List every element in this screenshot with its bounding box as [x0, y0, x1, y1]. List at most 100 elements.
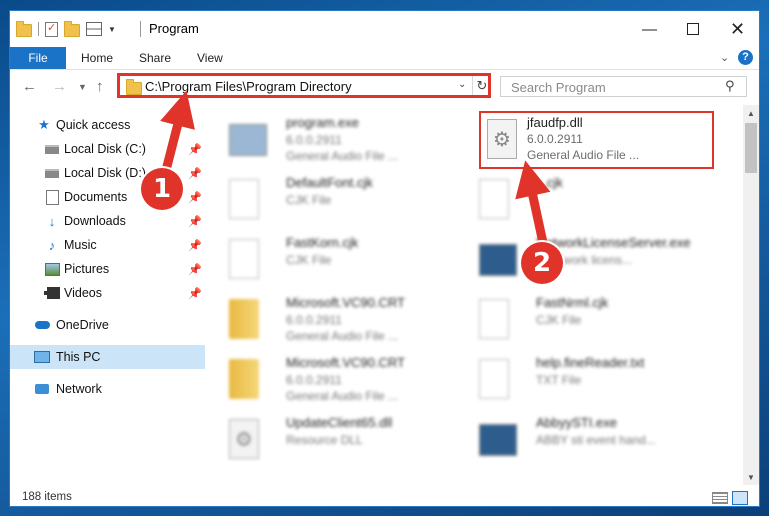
file-name: NetworkLicenseServer.exe	[536, 235, 691, 250]
sidebar-item-label: This PC	[56, 350, 101, 364]
dll-gear-icon	[229, 419, 261, 459]
file-name: help.fineReader.txt	[536, 355, 645, 370]
sidebar-item-label: Quick access	[56, 118, 131, 132]
sidebar-item-label: Local Disk (D:)	[64, 166, 146, 180]
file-name: Microsoft.VC90.CRT	[286, 355, 405, 370]
file-explorer-window: ▼ Program — ✕ File Home Share View ⌄ ? ←…	[9, 10, 760, 507]
maximize-button[interactable]	[670, 11, 715, 47]
list-item[interactable]: program.exe 6.0.0.2911 General Audio Fil…	[213, 111, 458, 167]
sidebar-item-music[interactable]: ♪ Music 📌	[10, 233, 205, 257]
pictures-icon	[44, 262, 60, 276]
list-item[interactable]: Microsoft.VC90.CRT 6.0.0.2911 General Au…	[213, 351, 458, 407]
sidebar-item-videos[interactable]: Videos 📌	[10, 281, 205, 305]
tab-share[interactable]: Share	[139, 47, 171, 69]
list-item[interactable]: FastKorn.cjk CJK File	[213, 231, 458, 287]
address-dropdown-chevron-icon[interactable]: ⌄	[458, 79, 466, 90]
file-version: 6.0.0.2911	[286, 133, 342, 147]
sidebar-item-this-pc[interactable]: This PC	[10, 345, 205, 369]
search-icon[interactable]: ⚲	[725, 78, 735, 94]
up-button[interactable]: ↑	[96, 78, 104, 95]
documents-icon	[44, 189, 60, 205]
vertical-scrollbar[interactable]: ▲ ▼	[743, 105, 759, 485]
pin-icon[interactable]: 📌	[188, 167, 202, 180]
file-version: 6.0.0.2911	[286, 373, 342, 387]
list-item[interactable]: ...cjk	[463, 171, 708, 227]
list-item[interactable]: Microsoft.VC90.CRT 6.0.0.2911 General Au…	[213, 291, 458, 347]
sidebar-item-pictures[interactable]: Pictures 📌	[10, 257, 205, 281]
list-item[interactable]: UpdateClient65.dll Resource DLL	[213, 411, 458, 467]
folder-icon	[126, 79, 142, 95]
file-type: CJK File	[536, 313, 582, 327]
navigation-pane: ★ Quick access Local Disk (C:) 📌 Local D…	[10, 111, 205, 481]
scroll-thumb[interactable]	[745, 123, 757, 173]
dll-gear-icon	[487, 119, 517, 159]
pin-icon[interactable]: 📌	[188, 143, 202, 156]
file-name: UpdateClient65.dll	[286, 415, 393, 430]
expand-ribbon-chevron-icon[interactable]: ⌄	[720, 51, 729, 64]
drive-icon	[44, 166, 60, 180]
list-item[interactable]: NetworkLicenseServer.exe ...network lice…	[463, 231, 708, 287]
status-bar: 188 items	[10, 488, 759, 506]
sidebar-item-label: Downloads	[64, 214, 126, 228]
folder-icon[interactable]	[16, 20, 32, 37]
file-type: CJK File	[286, 193, 332, 207]
pin-icon[interactable]: 📌	[188, 239, 202, 252]
list-item-highlighted[interactable]: jfaudfp.dll 6.0.0.2911 General Audio Fil…	[479, 111, 714, 169]
list-item[interactable]: help.fineReader.txt TXT File	[463, 351, 708, 407]
pin-icon[interactable]: 📌	[188, 287, 202, 300]
item-count: 188 items	[22, 491, 72, 503]
file-description: ABBY sti event hand...	[536, 433, 656, 447]
recent-locations-chevron-icon[interactable]: ▼	[78, 82, 87, 92]
help-icon[interactable]: ?	[738, 50, 753, 65]
document-icon	[479, 179, 511, 219]
document-icon	[479, 299, 511, 339]
customize-toolbar-chevron-icon[interactable]: ▼	[108, 25, 116, 34]
file-name: FastNrml.cjk	[536, 295, 609, 310]
file-version: 6.0.0.2911	[286, 313, 342, 327]
file-name: ...cjk	[536, 175, 563, 190]
search-input[interactable]: Search Program ⚲	[500, 76, 747, 97]
scroll-up-icon[interactable]: ▲	[747, 109, 755, 118]
tab-home[interactable]: Home	[81, 47, 113, 69]
file-type: Resource DLL	[286, 433, 363, 447]
file-type: CJK File	[286, 253, 332, 267]
back-button[interactable]: ←	[22, 78, 37, 95]
refresh-button[interactable]: ↻	[472, 76, 491, 95]
address-bar[interactable]: C:\Program Files\Program Directory ⌄ ↻	[117, 73, 491, 98]
title-bar: ▼ Program — ✕	[10, 11, 759, 47]
pin-icon[interactable]: 📌	[188, 191, 202, 204]
sidebar-item-network[interactable]: Network	[10, 377, 205, 401]
star-icon: ★	[38, 117, 50, 132]
exe-icon	[479, 239, 517, 279]
file-version: 6.0.0.2911	[527, 132, 583, 146]
pin-icon[interactable]: 📌	[188, 263, 202, 276]
close-button[interactable]: ✕	[715, 11, 759, 47]
sidebar-item-quick-access[interactable]: ★ Quick access	[10, 113, 205, 137]
minimize-button[interactable]: —	[627, 11, 672, 47]
file-description: General Audio File ...	[286, 149, 399, 163]
scroll-down-icon[interactable]: ▼	[747, 473, 755, 482]
sidebar-item-onedrive[interactable]: OneDrive	[10, 313, 205, 337]
view-icon[interactable]	[86, 22, 102, 36]
tab-file[interactable]: File	[10, 47, 66, 69]
large-icons-view-icon[interactable]	[732, 491, 748, 505]
sidebar-item-local-disk-c[interactable]: Local Disk (C:) 📌	[10, 137, 205, 161]
file-name: jfaudfp.dll	[527, 115, 583, 130]
new-folder-icon[interactable]	[64, 20, 80, 37]
list-item[interactable]: DefaultFont.cjk CJK File	[213, 171, 458, 227]
details-view-icon[interactable]	[712, 492, 728, 504]
forward-button[interactable]: →	[52, 78, 67, 95]
pin-icon[interactable]: 📌	[188, 215, 202, 228]
file-name: Microsoft.VC90.CRT	[286, 295, 405, 310]
document-icon	[479, 359, 511, 399]
toolbar-divider	[38, 22, 39, 36]
maximize-icon	[686, 23, 699, 35]
list-item[interactable]: FastNrml.cjk CJK File	[463, 291, 708, 347]
properties-icon[interactable]	[45, 21, 58, 37]
file-description: General Audio File ...	[527, 148, 640, 162]
sidebar-item-downloads[interactable]: ↓ Downloads 📌	[10, 209, 205, 233]
address-path[interactable]: C:\Program Files\Program Directory	[145, 79, 352, 94]
document-icon	[229, 179, 261, 219]
tab-view[interactable]: View	[197, 47, 223, 69]
list-item[interactable]: AbbyySTI.exe ABBY sti event hand...	[463, 411, 708, 467]
